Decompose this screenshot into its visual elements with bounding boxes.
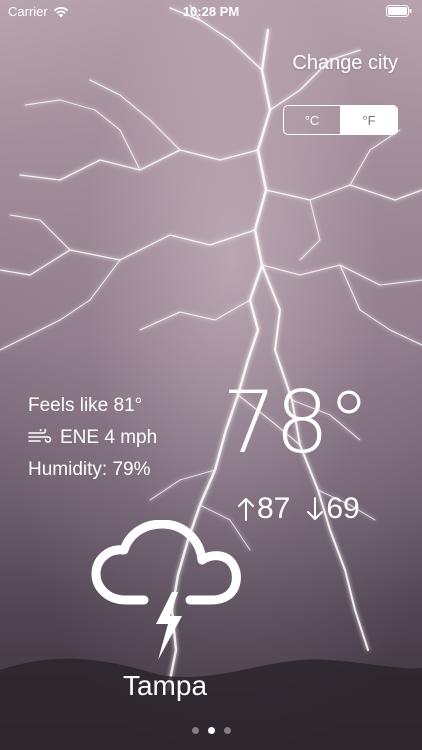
wind-icon	[28, 429, 52, 443]
fahrenheit-segment[interactable]: °F	[341, 106, 397, 134]
city-name: Tampa	[122, 670, 208, 701]
weather-details: Feels like 81° ENE 4 mph Humidity: 79%	[28, 393, 157, 489]
arrow-down-icon	[307, 497, 324, 520]
status-bar: Carrier 10:28 PM	[0, 0, 422, 24]
humidity-row: Humidity: 79%	[28, 457, 157, 481]
page-dot[interactable]	[191, 727, 199, 734]
high-temp: 87	[257, 492, 291, 525]
current-temperature: 78°	[222, 373, 370, 473]
page-indicator[interactable]	[0, 727, 422, 734]
low-temp: 69	[326, 492, 360, 525]
change-city-button[interactable]: Change city	[292, 52, 398, 75]
weather-screen: Carrier 10:28 PM Change city °C °F Feels…	[0, 0, 422, 750]
low-temp-group: 69	[306, 492, 360, 526]
arrow-up-icon	[238, 498, 254, 521]
thunderstorm-icon	[91, 520, 241, 660]
wind-text: ENE 4 mph	[60, 426, 158, 448]
wind-row: ENE 4 mph	[28, 425, 157, 449]
high-low-temperatures: 87 69	[237, 492, 360, 526]
humidity-text: Humidity: 79%	[28, 458, 151, 480]
feels-like-text: Feels like 81°	[28, 394, 143, 416]
unit-toggle[interactable]: °C °F	[283, 105, 398, 135]
high-temp-group: 87	[237, 492, 290, 526]
battery-icon	[386, 5, 412, 17]
page-dot[interactable]	[223, 727, 231, 734]
status-time: 10:28 PM	[182, 4, 240, 19]
page-dot-active[interactable]	[207, 727, 215, 734]
celsius-segment[interactable]: °C	[284, 106, 341, 134]
feels-like-row: Feels like 81°	[28, 393, 157, 417]
